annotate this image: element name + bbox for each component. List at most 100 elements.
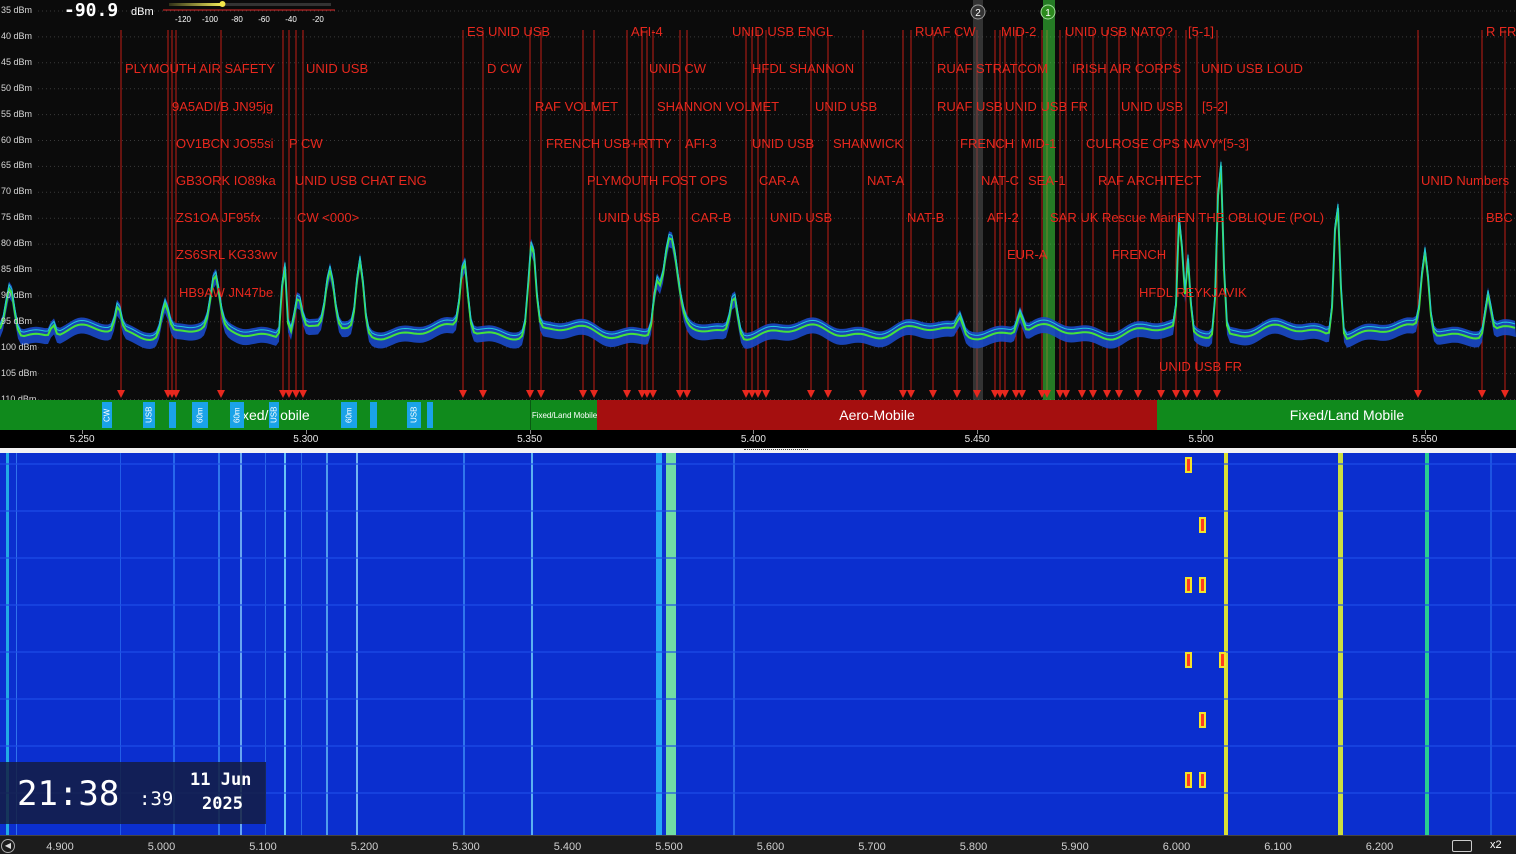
annotation-arrow bbox=[1089, 390, 1097, 398]
station-label[interactable]: RAF ARCHITECT bbox=[1098, 173, 1201, 188]
station-label[interactable]: CULROSE OPS NAVY* bbox=[1086, 136, 1223, 151]
station-label[interactable]: NAT-B bbox=[907, 210, 944, 225]
annotation-arrow bbox=[1103, 390, 1111, 398]
db-label: 85 dBm bbox=[1, 264, 33, 274]
annotation-arrow bbox=[217, 390, 225, 398]
db-label: 45 dBm bbox=[1, 56, 33, 67]
waterfall-frequency-tick: 5.500 bbox=[655, 841, 683, 853]
db-label: 90 dBm bbox=[1, 289, 33, 300]
spectrum-plot[interactable]: 2 1 bbox=[0, 0, 1516, 400]
station-label[interactable]: AFI-3 bbox=[685, 136, 717, 151]
station-label[interactable]: NAT-A bbox=[867, 173, 904, 188]
station-label[interactable]: UNID CW bbox=[649, 61, 706, 76]
annotation-arrow bbox=[1414, 390, 1422, 398]
station-label[interactable]: [5-1] bbox=[1188, 24, 1214, 39]
station-label[interactable]: UNID USB bbox=[1121, 99, 1183, 114]
station-label[interactable]: SAR UK Rescue Main bbox=[1050, 210, 1178, 225]
station-label[interactable]: ZS1OA JF95fx bbox=[176, 210, 261, 225]
station-label[interactable]: RAF VOLMET bbox=[535, 99, 618, 114]
station-label[interactable]: MID-2 bbox=[1001, 24, 1036, 39]
annotation-arrow bbox=[479, 390, 487, 398]
waterfall-burst-core bbox=[1187, 459, 1190, 471]
station-label[interactable]: UNID USB NATO? bbox=[1065, 24, 1173, 39]
band-aero-mobile: Aero-Mobile bbox=[597, 400, 1157, 430]
keyboard-icon[interactable] bbox=[1452, 840, 1472, 852]
station-label[interactable]: RUAF USB bbox=[937, 99, 1003, 114]
station-label[interactable]: UNID USB ENGL bbox=[732, 24, 833, 39]
station-label[interactable]: HFDL SHANNON bbox=[752, 61, 854, 76]
station-label[interactable]: [5-3] bbox=[1223, 136, 1249, 151]
station-label[interactable]: SHANWICK bbox=[833, 136, 903, 151]
frequency-tick: 5.550 bbox=[1412, 434, 1438, 445]
station-label[interactable]: D CW bbox=[487, 61, 522, 76]
frequency-axis[interactable]: 5.2505.3005.3505.4005.4505.5005.5505.600… bbox=[0, 430, 1516, 449]
station-label[interactable]: FRENCH bbox=[1112, 247, 1166, 262]
station-label[interactable]: RUAF STRATCOM bbox=[937, 61, 1048, 76]
station-label[interactable]: UNID USB bbox=[598, 210, 660, 225]
station-label[interactable]: FRENCH bbox=[960, 136, 1014, 151]
station-label[interactable]: PLYMOUTH AIR SAFETY bbox=[125, 61, 275, 76]
station-label[interactable]: UNID USB bbox=[770, 210, 832, 225]
station-label[interactable]: ZS6SRL KG33wv bbox=[176, 247, 277, 262]
station-label[interactable]: R FRE bbox=[1486, 24, 1516, 39]
splitter-grip[interactable] bbox=[744, 449, 808, 452]
clock-time: 21:38 bbox=[17, 774, 120, 814]
db-label: 65 dBm bbox=[1, 160, 33, 171]
station-label[interactable]: MID-1 bbox=[1021, 136, 1056, 151]
station-label[interactable]: UNID USB bbox=[306, 61, 368, 76]
station-label[interactable]: HFDL REYKJAVIK bbox=[1139, 285, 1247, 300]
station-label[interactable]: UNID USB FR bbox=[1159, 359, 1242, 374]
annotation-arrow bbox=[579, 390, 587, 398]
station-label[interactable]: OV1BCN JO55si bbox=[176, 136, 274, 151]
waterfall-frequency-tick: 5.200 bbox=[350, 841, 379, 853]
station-label[interactable]: UNID USB CHAT ENG bbox=[295, 173, 427, 188]
station-label[interactable]: UNID USB FR bbox=[1005, 99, 1088, 114]
station-label[interactable]: CAR-B bbox=[691, 210, 731, 225]
annotation-arrow bbox=[1062, 390, 1070, 398]
station-label[interactable]: GB3ORK IO89ka bbox=[176, 173, 276, 188]
station-label[interactable]: IRISH AIR CORPS bbox=[1072, 61, 1181, 76]
station-label[interactable]: UNID USB bbox=[815, 99, 877, 114]
db-label: 35 dBm bbox=[1, 5, 33, 15]
station-label[interactable]: BBC bbox=[1486, 210, 1513, 225]
station-label[interactable]: UNID USB LOUD bbox=[1201, 61, 1303, 76]
station-label[interactable]: FRENCH USB+RTTY bbox=[546, 136, 672, 151]
station-label[interactable]: ES UNID USB bbox=[467, 24, 550, 39]
waterfall-burst-core bbox=[1187, 579, 1190, 591]
left-arrow-icon[interactable]: ◀ bbox=[1, 839, 15, 853]
waterfall-frequency-tick: 5.000 bbox=[147, 841, 176, 853]
station-label[interactable]: HB9AW JN47be bbox=[179, 285, 273, 300]
frequency-tick-mark bbox=[753, 430, 755, 434]
zoom-factor[interactable]: x2 bbox=[1490, 839, 1502, 851]
station-label[interactable]: RUAF CW bbox=[915, 24, 976, 39]
frequency-tick-mark bbox=[1424, 430, 1426, 434]
db-label: 75 dBm bbox=[1, 212, 33, 223]
annotation-arrow bbox=[1182, 390, 1190, 398]
station-label[interactable]: AFI-4 bbox=[631, 24, 663, 39]
waterfall-frequency-tick: 4.900 bbox=[46, 841, 74, 853]
waterfall-frequency-tick: 5.100 bbox=[249, 841, 277, 853]
station-label[interactable]: CW <000> bbox=[297, 210, 359, 225]
station-label[interactable]: PLYMOUTH FOST OPS bbox=[587, 173, 727, 188]
station-label[interactable]: EN THE OBLIQUE (POL) bbox=[1177, 210, 1324, 225]
waterfall-burst-core bbox=[1221, 654, 1224, 666]
station-label[interactable]: NAT-C bbox=[981, 173, 1019, 188]
station-label[interactable]: 9A5ADI/B JN95jg bbox=[172, 99, 273, 114]
annotation-arrow bbox=[899, 390, 907, 398]
level-tick-label: -100 bbox=[202, 15, 219, 24]
station-label[interactable]: UNID USB bbox=[752, 136, 814, 151]
station-label[interactable]: [5-2] bbox=[1202, 99, 1228, 114]
station-label[interactable]: EUR-A bbox=[1007, 247, 1047, 262]
annotation-arrow bbox=[754, 390, 762, 398]
level-meter: -120 -100 -80 -60 -40 -20 bbox=[163, 1, 335, 24]
annotation-arrow bbox=[1078, 390, 1086, 398]
station-label[interactable]: UNID Numbers bbox=[1421, 173, 1509, 188]
spectrum-display[interactable]: 2 1 35 dBm 40 dBm 45 dBm 50 dBm 55 dBm 60 dBm… bbox=[0, 0, 1516, 404]
band-chip-60m-2: 60m bbox=[230, 402, 244, 428]
station-label[interactable]: P CW bbox=[289, 136, 323, 151]
waterfall-frequency-bar[interactable]: ◀ x2 4.900 5.000 5.100 5.200 5.300 5.400 5.500… bbox=[0, 835, 1516, 854]
station-label[interactable]: CAR-A bbox=[759, 173, 799, 188]
station-label[interactable]: SEA-1 bbox=[1028, 173, 1066, 188]
station-label[interactable]: AFI-2 bbox=[987, 210, 1019, 225]
station-label[interactable]: SHANNON VOLMET bbox=[657, 99, 779, 114]
